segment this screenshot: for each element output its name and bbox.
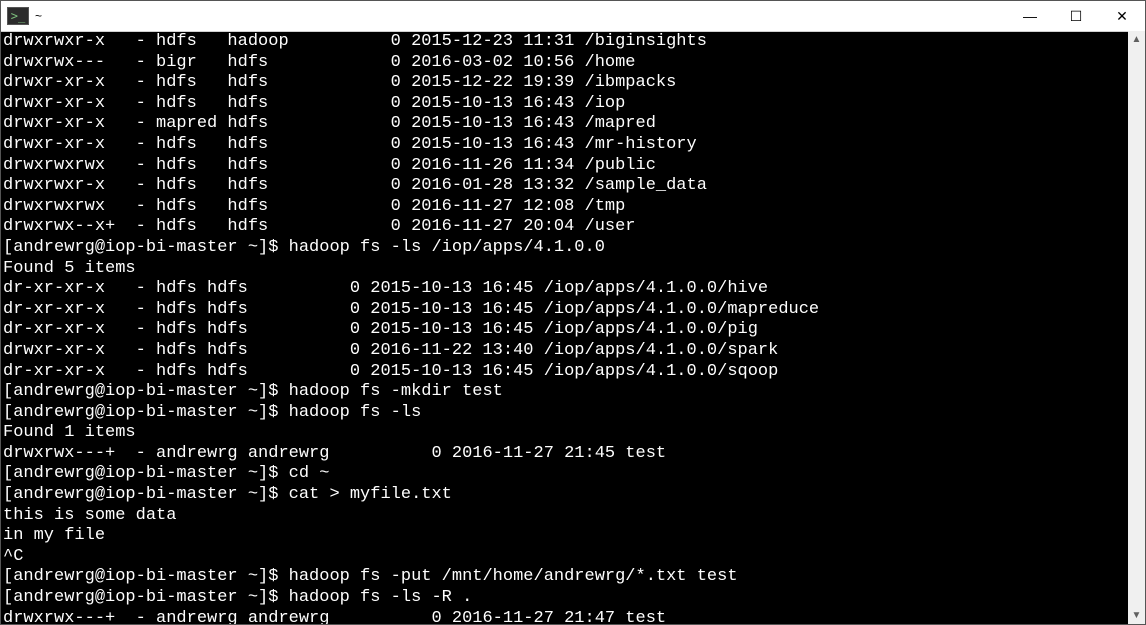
minimize-button[interactable]: — <box>1007 1 1053 31</box>
window-controls: — ☐ ✕ <box>1007 1 1145 31</box>
app-icon: >_ <box>7 7 29 25</box>
titlebar[interactable]: >_ ~ — ☐ ✕ <box>1 1 1145 32</box>
scroll-down-arrow-icon[interactable]: ▼ <box>1128 607 1145 624</box>
window-title: ~ <box>35 10 42 22</box>
vertical-scrollbar[interactable]: ▲ ▼ <box>1128 31 1145 624</box>
scroll-up-arrow-icon[interactable]: ▲ <box>1128 31 1145 48</box>
close-button[interactable]: ✕ <box>1099 1 1145 31</box>
maximize-button[interactable]: ☐ <box>1053 1 1099 31</box>
terminal-window: >_ ~ — ☐ ✕ drwxrwxr-x - hdfs hadoop 0 20… <box>0 0 1146 625</box>
terminal-output[interactable]: drwxrwxr-x - hdfs hadoop 0 2015-12-23 11… <box>1 32 1145 624</box>
